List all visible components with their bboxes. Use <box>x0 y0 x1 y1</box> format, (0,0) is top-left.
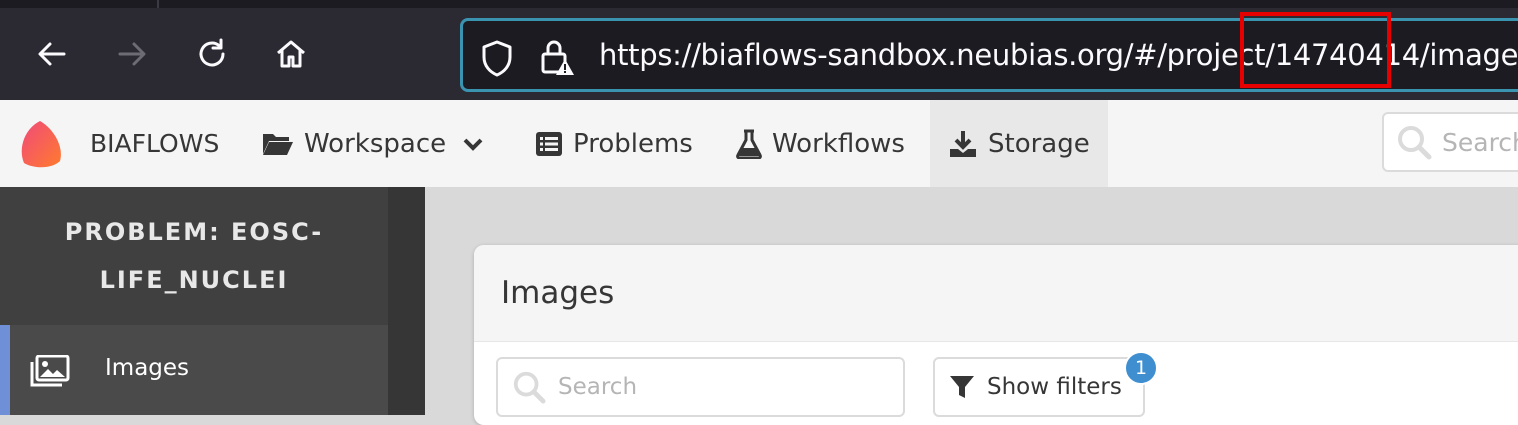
navbar-search-placeholder: Search <box>1442 127 1518 157</box>
images-card: Images Search Show filters 1 <box>474 245 1518 425</box>
project-id-highlight <box>1240 12 1391 88</box>
chevron-down-icon <box>463 138 483 151</box>
insecure-lock-icon[interactable] <box>539 37 575 77</box>
nav-workspace-label: Workspace <box>304 128 447 159</box>
search-icon <box>1398 126 1432 160</box>
sidebar-title-line1: PROBLEM: EOSC- <box>64 218 324 246</box>
reload-button[interactable] <box>190 32 234 76</box>
back-button[interactable] <box>30 32 74 76</box>
biaflows-logo-icon <box>21 120 61 167</box>
nav-workspace[interactable]: Workspace <box>262 100 484 187</box>
app-navbar: BIAFLOWS Workspace Problems Workflows St… <box>0 100 1518 187</box>
nav-problems[interactable]: Problems <box>535 100 693 187</box>
filter-icon <box>950 376 974 398</box>
sidebar-title: PROBLEM: EOSC- LIFE_NUCLEI <box>0 187 388 325</box>
active-indicator <box>0 325 10 415</box>
reload-icon <box>199 38 225 67</box>
page-title: Images <box>501 275 615 311</box>
filter-count-badge: 1 <box>1124 351 1158 385</box>
home-button[interactable] <box>269 32 313 76</box>
nav-workflows[interactable]: Workflows <box>736 100 905 187</box>
sidebar-item-label: Images <box>105 355 190 381</box>
nav-workflows-label: Workflows <box>772 128 905 159</box>
tab-separator <box>157 0 159 8</box>
brand-link[interactable]: BIAFLOWS <box>16 100 219 187</box>
list-icon <box>536 131 562 156</box>
sidebar-title-line2: LIFE_NUCLEI <box>99 266 289 294</box>
tab-strip <box>0 0 1518 8</box>
images-icon <box>30 355 70 387</box>
navbar-search-input[interactable]: Search <box>1382 112 1518 172</box>
show-filters-label: Show filters <box>987 374 1122 400</box>
images-search-placeholder: Search <box>558 374 638 400</box>
arrow-right-icon <box>118 42 146 66</box>
card-header: Images <box>474 245 1518 342</box>
sidebar-item-images[interactable]: Images <box>0 325 388 415</box>
home-icon <box>277 40 305 68</box>
nav-storage-label: Storage <box>988 128 1090 159</box>
images-search-input[interactable]: Search <box>496 357 905 417</box>
arrow-left-icon <box>38 42 66 66</box>
shield-icon[interactable] <box>479 39 515 77</box>
sidebar-gutter <box>388 187 425 415</box>
sidebar: PROBLEM: EOSC- LIFE_NUCLEI Images <box>0 187 388 415</box>
brand-name: BIAFLOWS <box>90 129 220 158</box>
flask-icon <box>736 129 762 159</box>
download-icon <box>950 130 976 157</box>
forward-button[interactable] <box>110 32 154 76</box>
show-filters-button[interactable]: Show filters <box>933 357 1145 417</box>
nav-problems-label: Problems <box>573 128 693 159</box>
nav-storage[interactable]: Storage <box>930 100 1108 187</box>
folder-open-icon <box>263 133 293 155</box>
search-icon <box>513 371 546 404</box>
